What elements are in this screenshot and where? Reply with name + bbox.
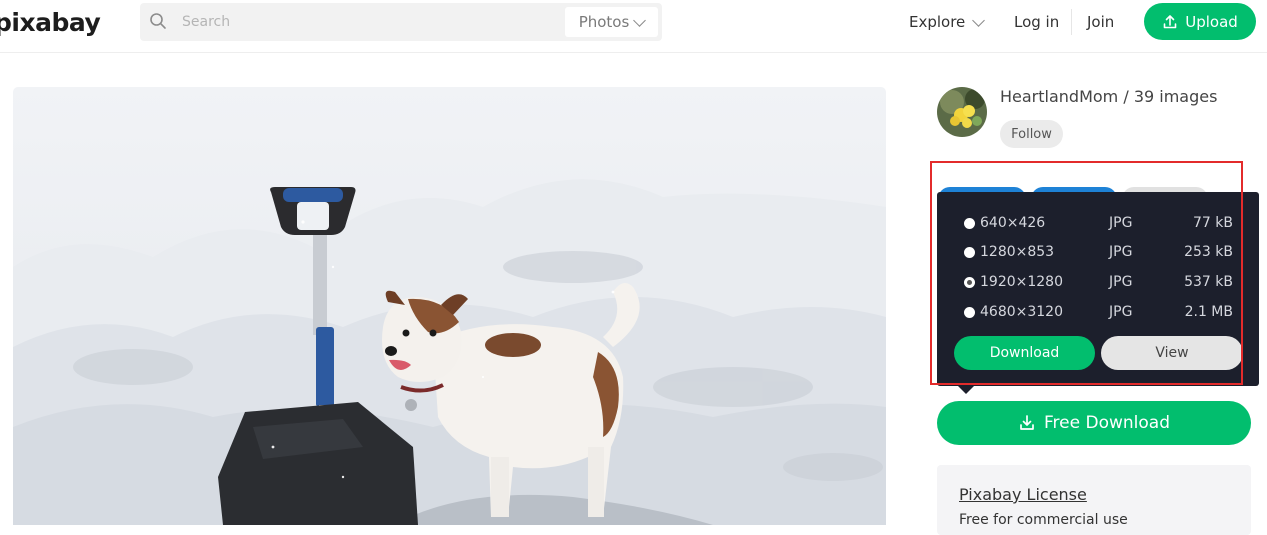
size-radio[interactable] — [964, 307, 975, 318]
size-radio-selected[interactable] — [964, 277, 975, 288]
upload-icon — [1163, 14, 1177, 28]
license-description: Free for commercial use — [959, 512, 1128, 528]
chevron-down-icon — [633, 13, 647, 27]
main-photo[interactable] — [13, 87, 886, 525]
author-avatar[interactable] — [937, 87, 987, 137]
flower-avatar-image — [937, 87, 987, 137]
size-format: JPG — [1109, 274, 1133, 290]
search-input[interactable]: Search — [182, 14, 230, 30]
size-resolution: 4680×3120 — [980, 304, 1063, 320]
size-filesize: 253 kB — [1184, 244, 1233, 260]
panel-pointer-arrow — [957, 385, 975, 394]
size-option[interactable]: 640×426 JPG 77 kB — [937, 214, 1259, 236]
size-resolution: 640×426 — [980, 215, 1046, 231]
search-bar[interactable]: Search Photos — [140, 3, 662, 41]
free-download-label: Free Download — [1044, 413, 1170, 433]
size-option[interactable]: 1280×853 JPG 253 kB — [937, 243, 1259, 265]
top-header: pixabay Search Photos Explore Log in Joi… — [0, 0, 1267, 53]
size-filesize: 537 kB — [1184, 274, 1233, 290]
chevron-down-icon — [972, 13, 986, 27]
size-resolution: 1280×853 — [980, 244, 1055, 260]
size-radio[interactable] — [964, 247, 975, 258]
explore-label: Explore — [909, 13, 966, 31]
download-icon — [1020, 415, 1034, 430]
search-type-dropdown[interactable]: Photos — [565, 7, 658, 37]
size-format: JPG — [1109, 244, 1133, 260]
author-name-and-count[interactable]: HeartlandMom / 39 images — [1000, 87, 1217, 106]
nav-divider — [1071, 9, 1072, 35]
search-type-label: Photos — [578, 13, 630, 31]
size-format: JPG — [1109, 304, 1133, 320]
explore-menu[interactable]: Explore — [909, 13, 986, 31]
panel-download-button[interactable]: Download — [954, 336, 1095, 370]
upload-button[interactable]: Upload — [1144, 3, 1256, 40]
download-size-panel: 640×426 JPG 77 kB 1280×853 JPG 253 kB 19… — [937, 192, 1259, 386]
follow-button[interactable]: Follow — [1000, 120, 1063, 148]
size-option[interactable]: 1920×1280 JPG 537 kB — [937, 273, 1259, 295]
size-radio[interactable] — [964, 218, 975, 229]
search-icon — [150, 13, 166, 29]
panel-view-button[interactable]: View — [1101, 336, 1243, 370]
pixabay-logo[interactable]: pixabay — [0, 8, 101, 37]
upload-label: Upload — [1185, 12, 1238, 31]
dog-with-snow-shovel-image — [13, 87, 886, 525]
login-link[interactable]: Log in — [1014, 13, 1059, 31]
join-link[interactable]: Join — [1087, 13, 1114, 31]
size-resolution: 1920×1280 — [980, 274, 1063, 290]
size-filesize: 2.1 MB — [1184, 304, 1233, 320]
size-filesize: 77 kB — [1193, 215, 1233, 231]
size-option[interactable]: 4680×3120 JPG 2.1 MB — [937, 303, 1259, 325]
free-download-button[interactable]: Free Download — [937, 401, 1251, 445]
license-link[interactable]: Pixabay License — [959, 485, 1087, 504]
size-format: JPG — [1109, 215, 1133, 231]
